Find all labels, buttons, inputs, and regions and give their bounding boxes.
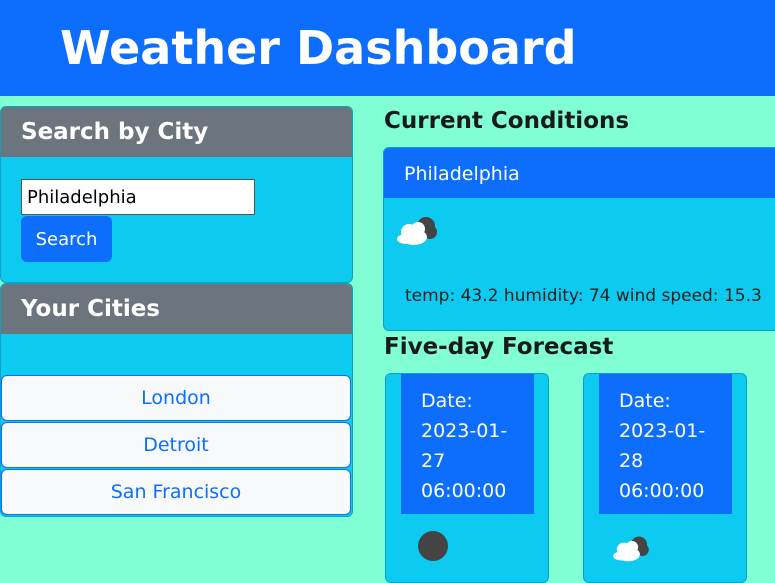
current-weather-stats: temp: 43.2 humidity: 74 wind speed: 15.3 [405,286,762,306]
search-card-title: Search by City [1,107,352,157]
forecast-heading: Five-day Forecast [384,334,614,360]
search-button[interactable]: Search [21,216,112,262]
city-button-detroit[interactable]: Detroit [1,422,351,468]
forecast-date-label: Date: [421,390,473,412]
forecast-card: Date: 2023-01-28 06:00:00 [583,373,747,583]
search-card: Search by City Search [0,106,353,283]
current-conditions-card: Philadelphia temp: 43.2 humidity: 74 win… [383,147,775,331]
forecast-date-label: Date: [619,390,671,412]
current-city-name: Philadelphia [384,148,775,198]
forecast-card: Date: 2023-01-27 06:00:00 [385,373,549,583]
forecast-time: 06:00:00 [619,480,705,502]
partly-cloudy-icon [613,536,649,562]
cities-card-title: Your Cities [1,284,352,334]
forecast-date-box: Date: 2023-01-27 06:00:00 [401,374,534,514]
partly-cloudy-icon [397,217,437,245]
city-search-input[interactable] [21,179,255,215]
page-title: Weather Dashboard [60,21,577,75]
current-conditions-heading: Current Conditions [384,108,630,134]
forecast-date: 2023-01-27 [421,420,508,472]
dark-circle-icon [418,531,448,561]
city-button-san-francisco[interactable]: San Francisco [1,469,351,515]
forecast-date: 2023-01-28 [619,420,706,472]
forecast-time: 06:00:00 [421,480,507,502]
app-header: Weather Dashboard [0,0,775,96]
forecast-date-box: Date: 2023-01-28 06:00:00 [599,374,732,514]
city-button-london[interactable]: London [1,375,351,421]
